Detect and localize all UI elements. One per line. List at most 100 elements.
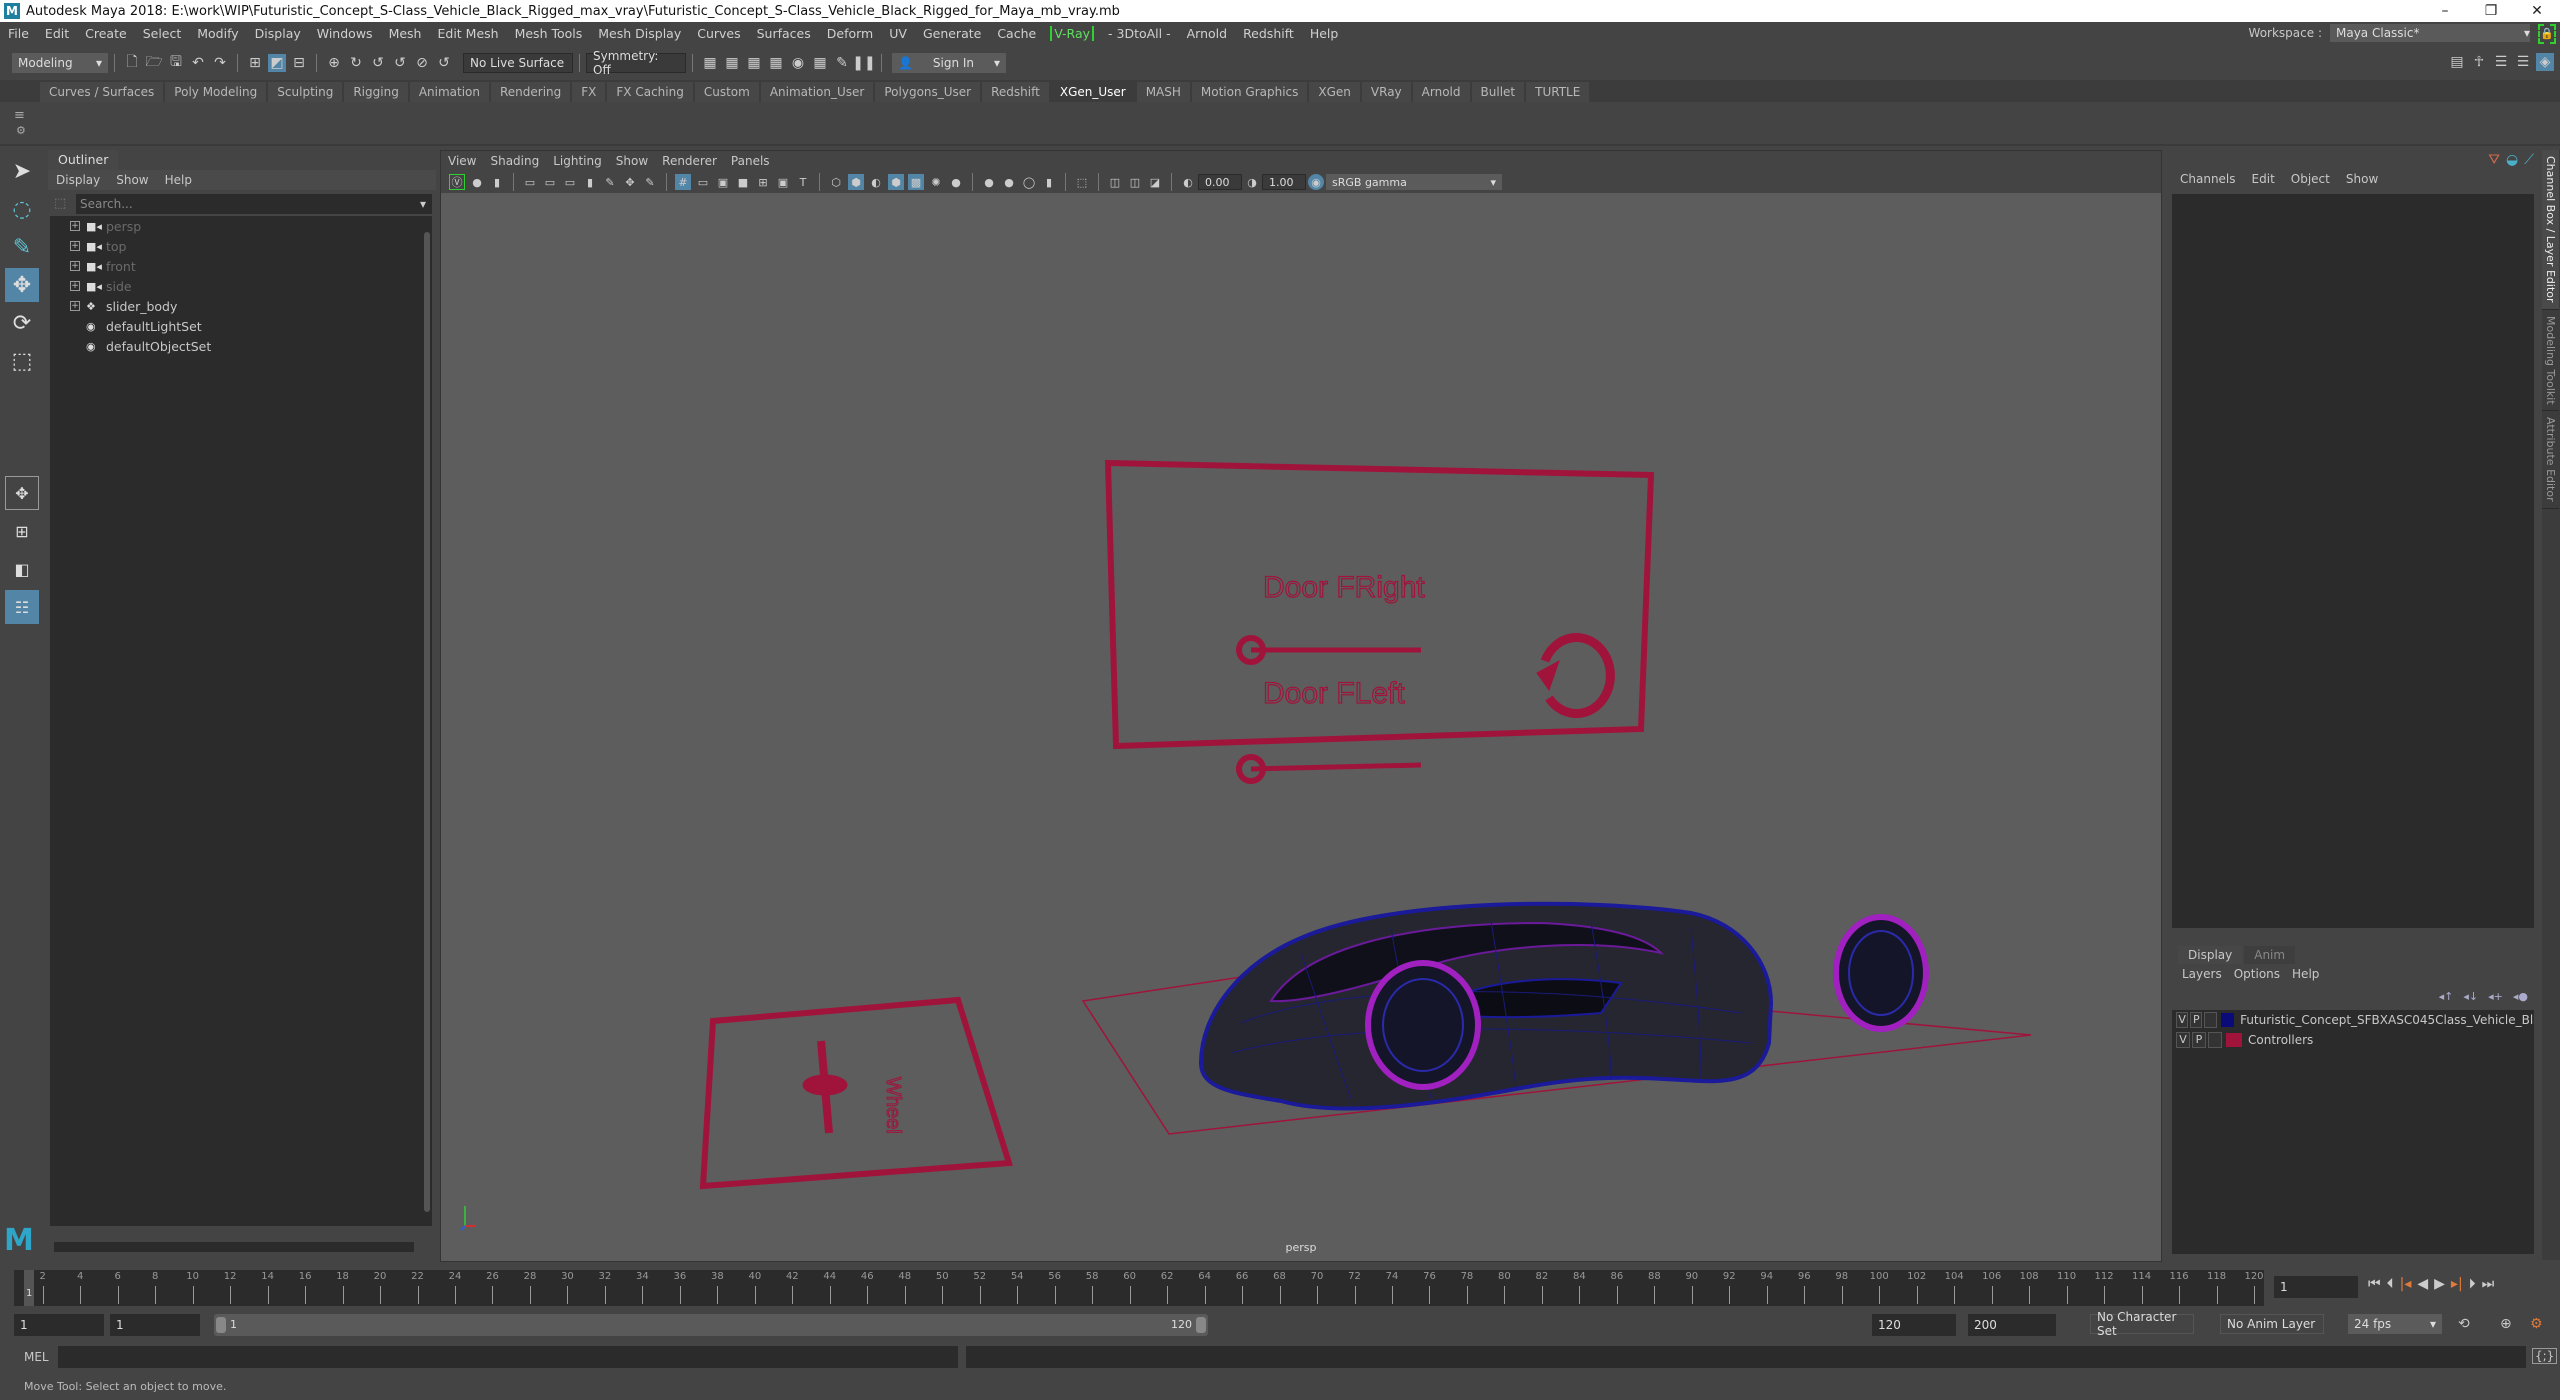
menu-mesh-display[interactable]: Mesh Display — [590, 26, 689, 41]
channels-menu[interactable]: Channels — [2172, 172, 2244, 186]
layers-options-menu[interactable]: Options — [2228, 967, 2286, 981]
channel-box-icon[interactable]: ◈ — [2536, 53, 2554, 71]
attribute-editor-icon[interactable]: ☰ — [2492, 53, 2510, 71]
menu-mesh[interactable]: Mesh — [381, 26, 430, 41]
shelf-tab[interactable]: Custom — [694, 82, 759, 102]
go-to-end-icon[interactable]: ⏭ — [2482, 1276, 2495, 1292]
sign-in-button[interactable]: 👤 Sign In ▾ — [892, 53, 1006, 73]
steering-controller-frame[interactable] — [699, 996, 1013, 1190]
gamma-field[interactable]: 1.00 — [1262, 174, 1306, 190]
expand-icon[interactable]: + — [70, 261, 80, 271]
shelf-tab[interactable]: XGen — [1309, 82, 1360, 102]
graph-icon[interactable]: ⟋ — [2524, 152, 2534, 168]
tab-anim-layers[interactable]: Anim — [2244, 946, 2296, 964]
new-scene-icon[interactable]: 🗋 — [123, 54, 141, 72]
shelf-tab[interactable]: Rigging — [344, 82, 408, 102]
layer-color-swatch[interactable] — [2220, 1013, 2235, 1027]
select-camera-icon[interactable]: ▭ — [522, 174, 538, 190]
move-tool-icon[interactable]: ✥ — [5, 268, 39, 302]
shelf-tab[interactable]: Motion Graphics — [1191, 82, 1308, 102]
menu-deform[interactable]: Deform — [819, 26, 881, 41]
menu-vray[interactable]: V-Ray — [1050, 25, 1095, 41]
fps-dropdown[interactable]: 24 fps ▾ — [2348, 1314, 2442, 1334]
motion-blur-icon[interactable]: ● — [1001, 174, 1017, 190]
expand-icon[interactable]: + — [70, 301, 80, 311]
scale-tool-icon[interactable]: ⬚ — [5, 344, 39, 378]
hypershade-icon[interactable]: ◉ — [789, 54, 807, 72]
vp-menu-renderer[interactable]: Renderer — [655, 154, 724, 168]
tab-attribute-editor[interactable]: Attribute Editor — [2542, 411, 2559, 509]
outliner-item[interactable]: ◉ defaultLightSet — [50, 316, 424, 336]
step-forward-key-icon[interactable]: ⏵ — [2469, 1276, 2476, 1292]
menu-generate[interactable]: Generate — [915, 26, 989, 41]
2d-pan-zoom-icon[interactable]: ✥ — [622, 174, 638, 190]
outliner-menu-display[interactable]: Display — [48, 173, 108, 187]
wireframe-icon[interactable]: ⬡ — [828, 174, 844, 190]
minimize-button[interactable]: – — [2422, 0, 2468, 22]
steering-controller[interactable]: Wheel — [699, 996, 1013, 1190]
pause-icon[interactable]: ❚❚ — [852, 54, 875, 72]
snap-view-icon[interactable]: ↺ — [391, 54, 409, 72]
menu-display[interactable]: Display — [247, 26, 309, 41]
display-type-toggle[interactable] — [2204, 1012, 2217, 1028]
script-editor-icon[interactable]: {;} — [2532, 1348, 2558, 1364]
ipr-render-icon[interactable]: ▦ — [745, 54, 763, 72]
menu-edit-mesh[interactable]: Edit Mesh — [429, 26, 506, 41]
menu-mesh-tools[interactable]: Mesh Tools — [507, 26, 591, 41]
scroll-thumb[interactable] — [424, 232, 430, 1212]
visibility-toggle[interactable]: V — [2176, 1012, 2189, 1028]
door-controller-panel[interactable]: Door FRight Door FLeft — [1104, 459, 1655, 784]
outliner-menu-help[interactable]: Help — [157, 173, 200, 187]
select-component-icon[interactable]: ⊟ — [290, 54, 308, 72]
character-set-dropdown[interactable]: No Character Set — [2090, 1310, 2194, 1338]
render-setup-icon[interactable]: ✎ — [833, 54, 851, 72]
grease-pencil-tool-icon[interactable]: ✎ — [642, 174, 658, 190]
play-backwards-icon[interactable]: ◀ — [2417, 1276, 2428, 1292]
channels-show-menu[interactable]: Show — [2338, 172, 2386, 186]
menu-uv[interactable]: UV — [881, 26, 915, 41]
range-end-handle[interactable] — [1196, 1317, 1206, 1333]
grease-pencil-icon[interactable]: ✎ — [602, 174, 618, 190]
layer-row[interactable]: V P Futuristic_Concept_SFBXASC045Class_Veh… — [2172, 1010, 2534, 1030]
time-slider-track[interactable]: 1 2 4 6 8 10 12 14 16 18 20 22 24 26 28 30 32 34 36 38 40 42… — [14, 1270, 2264, 1306]
layers-menu[interactable]: Layers — [2176, 967, 2228, 981]
vp-menu-panels[interactable]: Panels — [724, 154, 777, 168]
rotate-tool-icon[interactable]: ⟳ — [5, 306, 39, 340]
layout-icon[interactable]: ⛛ — [2488, 152, 2500, 168]
shelf-tab[interactable]: Polygons_User — [875, 82, 981, 102]
outliner-item[interactable]: + ■◂ persp — [50, 216, 424, 236]
ambient-occlusion-icon[interactable]: ● — [981, 174, 997, 190]
lasso-tool-icon[interactable]: ◌ — [5, 192, 39, 226]
color-management-toggle-icon[interactable]: ◉ — [1308, 174, 1324, 190]
shelf-settings-icon[interactable]: ⚙ — [16, 124, 26, 137]
outliner-hscrollbar[interactable] — [54, 1242, 414, 1252]
layer-row[interactable]: V P Controllers — [2172, 1030, 2534, 1050]
tool-settings-icon[interactable]: ☰ — [2514, 53, 2532, 71]
render-settings-icon[interactable]: ▦ — [767, 54, 785, 72]
modeling-toolkit-icon[interactable]: ▤ — [2448, 53, 2466, 71]
vray-viewport-icon[interactable]: Ⓥ — [449, 174, 465, 190]
menu-cache[interactable]: Cache — [989, 26, 1044, 41]
smooth-shade-icon[interactable]: ⬢ — [848, 174, 864, 190]
single-perspective-layout-icon[interactable]: ✥ — [5, 476, 39, 510]
tab-modeling-toolkit[interactable]: Modeling Toolkit — [2542, 310, 2559, 412]
snap-curve-icon[interactable]: ↻ — [347, 54, 365, 72]
lock-camera-icon[interactable]: ▭ — [542, 174, 558, 190]
shelf-tab[interactable]: VRay — [1361, 82, 1411, 102]
layer-color-swatch[interactable] — [2226, 1033, 2242, 1047]
menu-3dtoall[interactable]: - 3DtoAll - — [1100, 26, 1179, 41]
outliner-item[interactable]: + ❖ slider_body — [50, 296, 424, 316]
select-hierarchy-icon[interactable]: ⊞ — [246, 54, 264, 72]
vp-menu-shading[interactable]: Shading — [483, 154, 546, 168]
expand-icon[interactable]: + — [70, 221, 80, 231]
xray-joints-icon[interactable]: ◫ — [1127, 174, 1143, 190]
outliner-item[interactable]: + ■◂ side — [50, 276, 424, 296]
chevron-down-icon[interactable]: ▾ — [420, 194, 426, 214]
shadows-icon[interactable]: ● — [948, 174, 964, 190]
front-wheel[interactable] — [1365, 960, 1481, 1090]
menu-edit[interactable]: Edit — [37, 26, 77, 41]
menu-set-dropdown[interactable]: Modeling ▾ — [12, 53, 108, 73]
visibility-toggle[interactable]: V — [2176, 1032, 2190, 1048]
shelf-tab[interactable]: FX Caching — [607, 82, 693, 102]
use-all-lights-icon[interactable]: ✺ — [928, 174, 944, 190]
